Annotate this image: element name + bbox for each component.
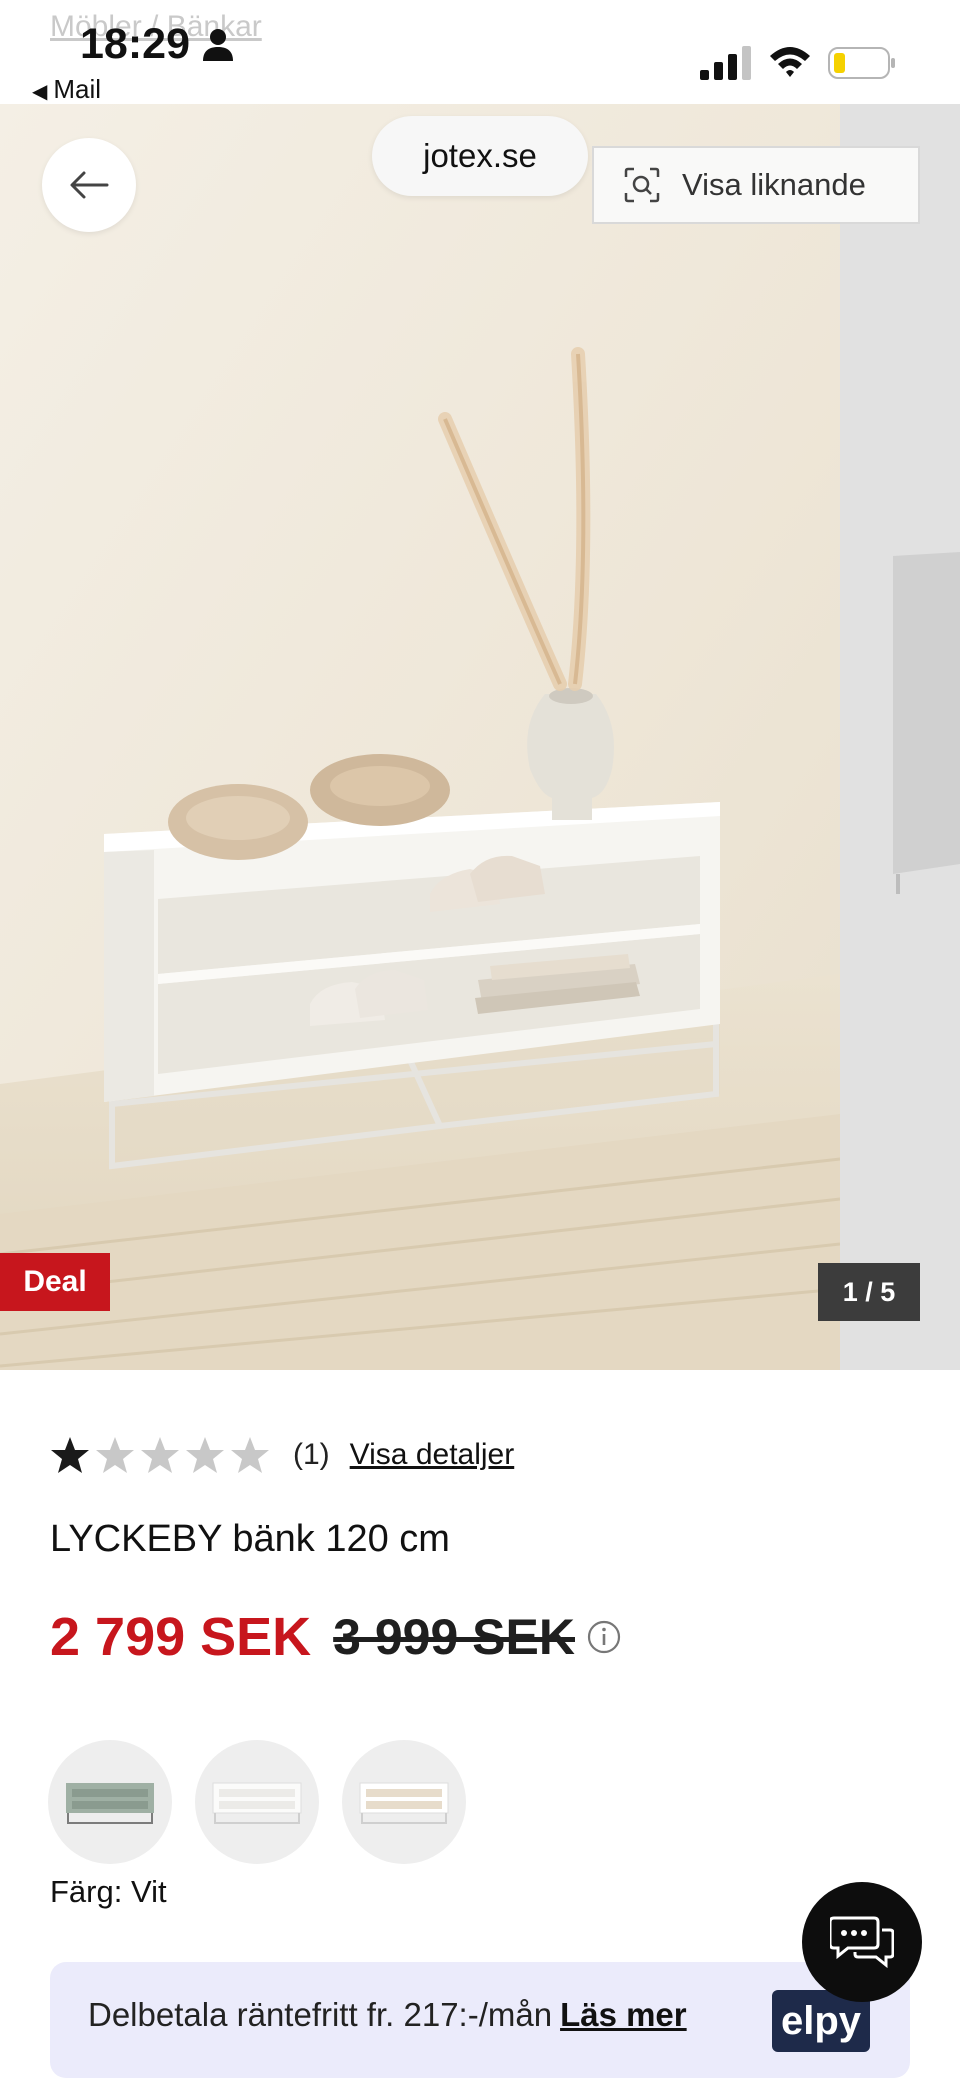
current-price: 2 799 SEK — [50, 1607, 312, 1667]
color-swatches — [48, 1740, 489, 1864]
rating-count: (1) — [293, 1438, 330, 1471]
selected-color-label: Färg: Vit — [50, 1874, 167, 1909]
chat-bubbles-icon — [830, 1916, 894, 1969]
read-more-link[interactable]: Läs mer — [560, 1996, 687, 2033]
installment-text: Delbetala räntefritt fr. 217:-/mån — [88, 1996, 553, 2033]
star-empty-icon — [96, 1437, 134, 1473]
bench-white-oak-thumbnail — [359, 1782, 449, 1824]
original-price: 3 999 SEK — [333, 1609, 575, 1665]
wifi-icon — [770, 47, 810, 77]
person-icon — [203, 29, 233, 61]
chat-button[interactable] — [802, 1882, 922, 2002]
star-filled-icon — [51, 1437, 89, 1473]
view-details-link[interactable]: Visa detaljer — [350, 1438, 515, 1472]
back-app-label: Mail — [53, 74, 102, 104]
swatch-white-oak[interactable] — [342, 1740, 466, 1864]
battery-icon — [828, 47, 895, 79]
image-counter: 1 / 5 — [818, 1263, 920, 1321]
status-time: 18:29 — [80, 20, 190, 68]
arrow-left-icon — [70, 171, 109, 199]
url-pill[interactable]: jotex.se — [372, 116, 588, 196]
product-title: LYCKEBY bänk 120 cm — [50, 1518, 450, 1560]
info-icon[interactable] — [587, 1620, 621, 1654]
swatch-green[interactable] — [48, 1740, 172, 1864]
show-similar-label: Visa liknande — [682, 167, 866, 202]
price-row: 2 799 SEK 3 999 SEK — [50, 1606, 621, 1668]
show-similar-button[interactable]: Visa liknande — [592, 146, 920, 224]
back-button[interactable] — [42, 138, 136, 232]
deal-badge: Deal — [0, 1253, 110, 1311]
star-empty-icon — [186, 1437, 224, 1473]
swatch-white[interactable] — [195, 1740, 319, 1864]
product-photo — [0, 104, 960, 1370]
installment-text-row: Delbetala räntefritt fr. 217:-/mån Läs me… — [88, 1996, 687, 2034]
status-bar: Möbler / Bänkar 18:29 ◀ Mail — [0, 0, 960, 104]
rating-row: (1) Visa detaljer — [50, 1430, 514, 1480]
cellular-signal-icon — [700, 46, 751, 80]
visual-search-icon — [624, 167, 660, 203]
back-triangle-icon: ◀ — [32, 81, 48, 103]
bench-green-thumbnail — [66, 1783, 154, 1824]
installment-banner[interactable]: Delbetala räntefritt fr. 217:-/mån Läs me… — [50, 1962, 910, 2078]
star-empty-icon — [231, 1437, 269, 1473]
star-empty-icon — [141, 1437, 179, 1473]
bench-white-thumbnail — [212, 1782, 302, 1824]
back-to-mail-link[interactable]: ◀ Mail — [32, 74, 101, 105]
product-image-gallery[interactable]: jotex.se Visa liknande Deal 1 / 5 — [0, 104, 960, 1370]
